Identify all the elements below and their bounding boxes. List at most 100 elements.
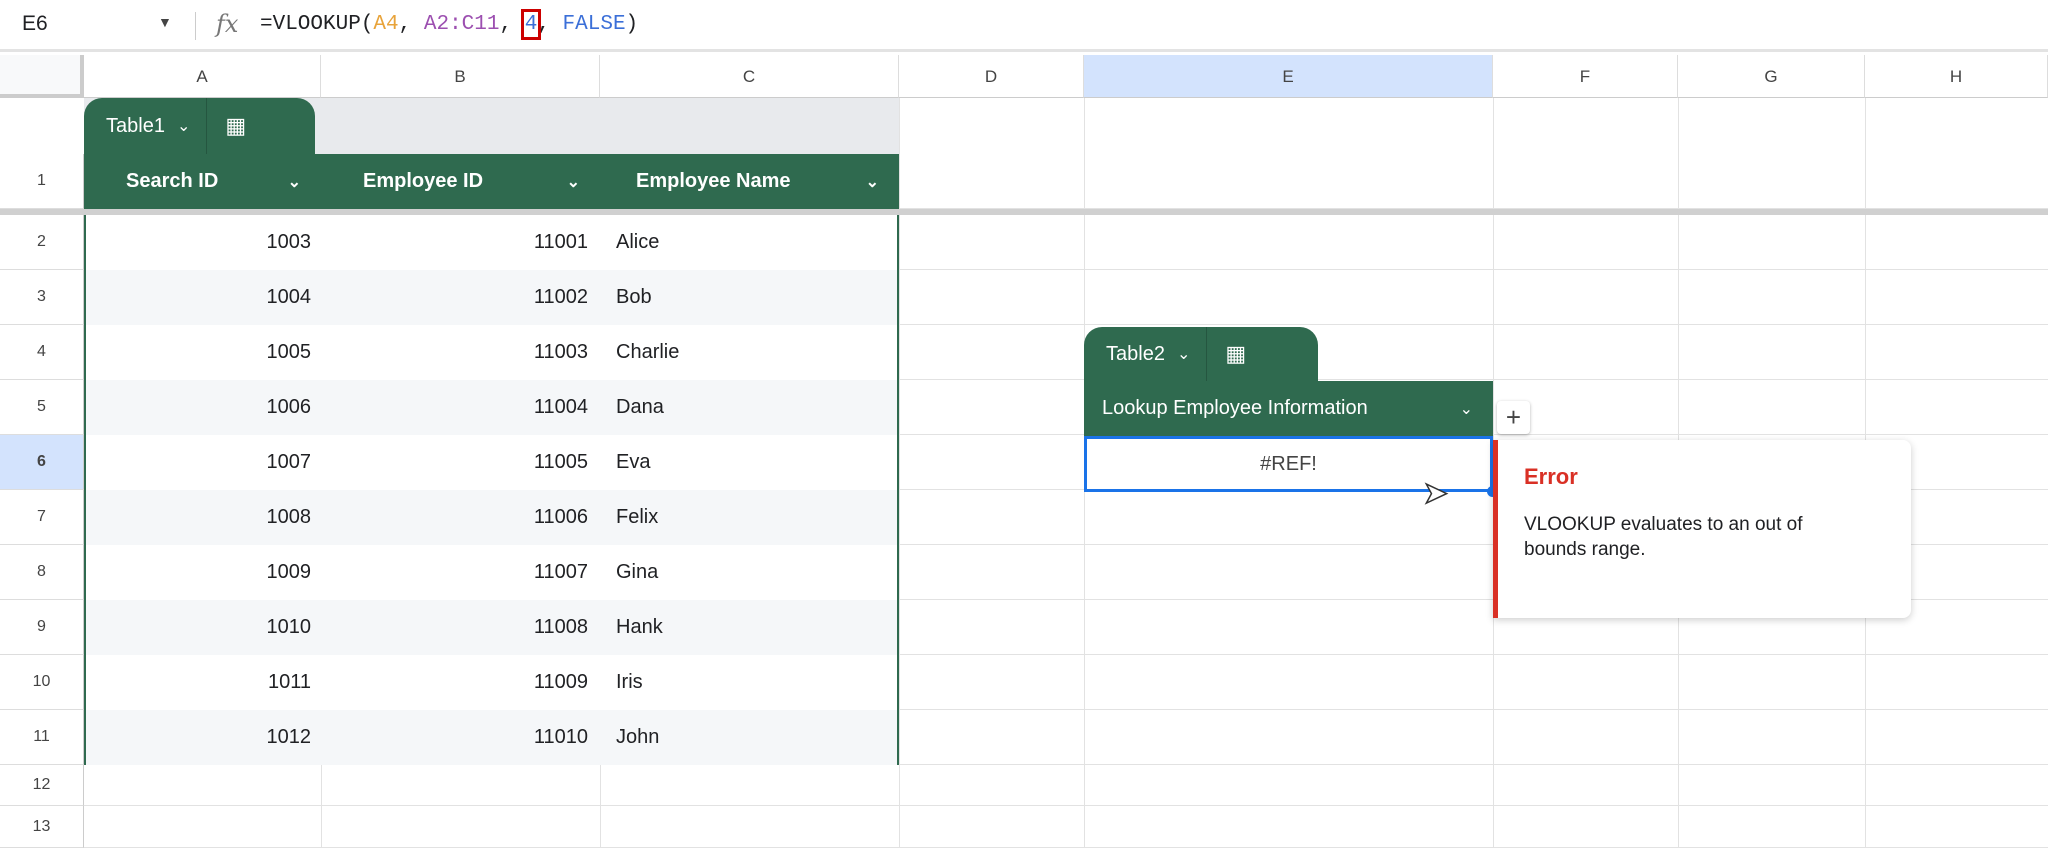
header-label: Search ID	[126, 170, 219, 192]
formula-sep: ,	[499, 13, 525, 36]
name-box-dropdown-icon[interactable]: ▼	[158, 14, 172, 30]
formula-arg-index-highlighted: 4	[520, 9, 542, 40]
formula-sep: ,	[398, 13, 424, 36]
row-header-5[interactable]: 5	[0, 380, 84, 435]
table-row: 1005 11003 Charlie	[86, 325, 897, 380]
row-header-1[interactable]: 1	[0, 154, 84, 209]
column-header-g[interactable]: G	[1678, 55, 1865, 98]
table1-body: 1003 11001 Alice 1004 11002 Bob 1005 11003 Charl…	[84, 215, 899, 765]
table-cell[interactable]: Hank	[602, 600, 897, 655]
select-all-corner[interactable]	[0, 55, 84, 98]
table-cell[interactable]: 11003	[323, 325, 602, 380]
row-header-2[interactable]: 2	[0, 215, 84, 270]
table1-name[interactable]: Table1	[84, 115, 177, 138]
table-cell[interactable]: Felix	[602, 490, 897, 545]
table-cell[interactable]: 11008	[323, 600, 602, 655]
column-header-h[interactable]: H	[1865, 55, 2048, 98]
row-header-8[interactable]: 8	[0, 545, 84, 600]
table-row: 1006 11004 Dana	[86, 380, 897, 435]
table1-tab[interactable]: Table1 ⌄ ▦	[84, 98, 315, 154]
chevron-down-icon[interactable]: ⌄	[1460, 399, 1473, 419]
table-cell[interactable]: 11005	[323, 435, 602, 490]
table-cell[interactable]: 11002	[323, 270, 602, 325]
table-cell[interactable]: 1006	[86, 380, 323, 435]
row-header-11[interactable]: 11	[0, 710, 84, 765]
calculator-icon[interactable]: ▦	[225, 113, 246, 139]
formula-arg-range: A2:C11	[423, 13, 500, 36]
table-cell[interactable]: 1008	[86, 490, 323, 545]
row-header-6[interactable]: 6	[0, 435, 84, 490]
error-title: Error	[1524, 464, 1578, 489]
table-cell[interactable]: 11007	[323, 545, 602, 600]
table-cell[interactable]: 1004	[86, 270, 323, 325]
table-cell[interactable]: 11001	[323, 215, 602, 270]
table-cell[interactable]: 1011	[86, 655, 323, 710]
column-header-e[interactable]: E	[1084, 55, 1493, 98]
column-header-b[interactable]: B	[321, 55, 600, 98]
header-label: Lookup Employee Information	[1102, 397, 1368, 419]
row-header-7[interactable]: 7	[0, 490, 84, 545]
table2-tab[interactable]: Table2 ⌄ ▦	[1084, 327, 1318, 381]
table-cell[interactable]: Charlie	[602, 325, 897, 380]
table-cell[interactable]: Bob	[602, 270, 897, 325]
table-cell[interactable]: 11010	[323, 710, 602, 765]
chevron-down-icon[interactable]: ⌄	[1177, 344, 1190, 364]
add-column-button[interactable]: +	[1497, 401, 1530, 434]
formula-sep: ,	[537, 13, 563, 36]
error-popup: Error VLOOKUP evaluates to an out of bou…	[1493, 440, 1911, 618]
divider	[195, 12, 196, 40]
calculator-icon[interactable]: ▦	[1225, 341, 1246, 367]
row-header-4[interactable]: 4	[0, 325, 84, 380]
mouse-cursor-icon: ➤	[1422, 476, 1449, 511]
table-row: 1011 11009 Iris	[86, 655, 897, 710]
table-cell[interactable]: 1007	[86, 435, 323, 490]
table-row: 1003 11001 Alice	[86, 215, 897, 270]
table-cell[interactable]: Dana	[602, 380, 897, 435]
fx-icon: fx	[216, 10, 239, 38]
row-header-12[interactable]: 12	[0, 765, 84, 806]
table-cell[interactable]: Gina	[602, 545, 897, 600]
table-cell[interactable]: John	[602, 710, 897, 765]
formula-prefix: =VLOOKUP(	[260, 13, 374, 36]
column-header-d[interactable]: D	[899, 55, 1084, 98]
table-row: 1010 11008 Hank	[86, 600, 897, 655]
formula-arg-a4: A4	[373, 13, 399, 36]
row-header-10[interactable]: 10	[0, 655, 84, 710]
header-search-id[interactable]: Search ID ⌄	[84, 154, 321, 209]
table-cell[interactable]: 11004	[323, 380, 602, 435]
table2-name[interactable]: Table2	[1084, 343, 1177, 366]
column-header-a[interactable]: A	[84, 55, 321, 98]
table-cell[interactable]: Iris	[602, 655, 897, 710]
table-cell[interactable]: 11009	[323, 655, 602, 710]
table-cell[interactable]: 1005	[86, 325, 323, 380]
table-cell[interactable]: 1012	[86, 710, 323, 765]
table-cell[interactable]: 1009	[86, 545, 323, 600]
name-box[interactable]: E6	[22, 12, 48, 36]
table-cell[interactable]: 1010	[86, 600, 323, 655]
formula-suffix: )	[625, 13, 639, 36]
row-header-3[interactable]: 3	[0, 270, 84, 325]
table-cell[interactable]: Alice	[602, 215, 897, 270]
chevron-down-icon[interactable]: ⌄	[288, 172, 301, 192]
table-cell[interactable]: Eva	[602, 435, 897, 490]
chevron-down-icon[interactable]: ⌄	[567, 172, 580, 192]
column-header-c[interactable]: C	[600, 55, 899, 98]
chevron-down-icon[interactable]: ⌄	[866, 172, 879, 192]
table2-header-lookup[interactable]: Lookup Employee Information ⌄	[1084, 381, 1493, 436]
table-cell[interactable]: 11006	[323, 490, 602, 545]
header-label: Employee Name	[636, 170, 791, 192]
row-header-13[interactable]: 13	[0, 806, 84, 848]
header-employee-name[interactable]: Employee Name ⌄	[600, 154, 899, 209]
table-row: 1004 11002 Bob	[86, 270, 897, 325]
chevron-down-icon[interactable]: ⌄	[177, 116, 190, 136]
column-header-f[interactable]: F	[1493, 55, 1678, 98]
table-cell[interactable]: 1003	[86, 215, 323, 270]
row-header-9[interactable]: 9	[0, 600, 84, 655]
formula-input[interactable]: =VLOOKUP(A4, A2:C11, 4, FALSE)	[260, 9, 639, 40]
table1-header-row: Search ID ⌄ Employee ID ⌄ Employee Name ⌄	[84, 154, 899, 209]
formula-bar: E6 ▼ fx =VLOOKUP(A4, A2:C11, 4, FALSE)	[0, 0, 2048, 52]
table-row: 1009 11007 Gina	[86, 545, 897, 600]
header-employee-id[interactable]: Employee ID ⌄	[321, 154, 600, 209]
header-label: Employee ID	[363, 170, 484, 192]
table-row: 1007 11005 Eva	[86, 435, 897, 490]
